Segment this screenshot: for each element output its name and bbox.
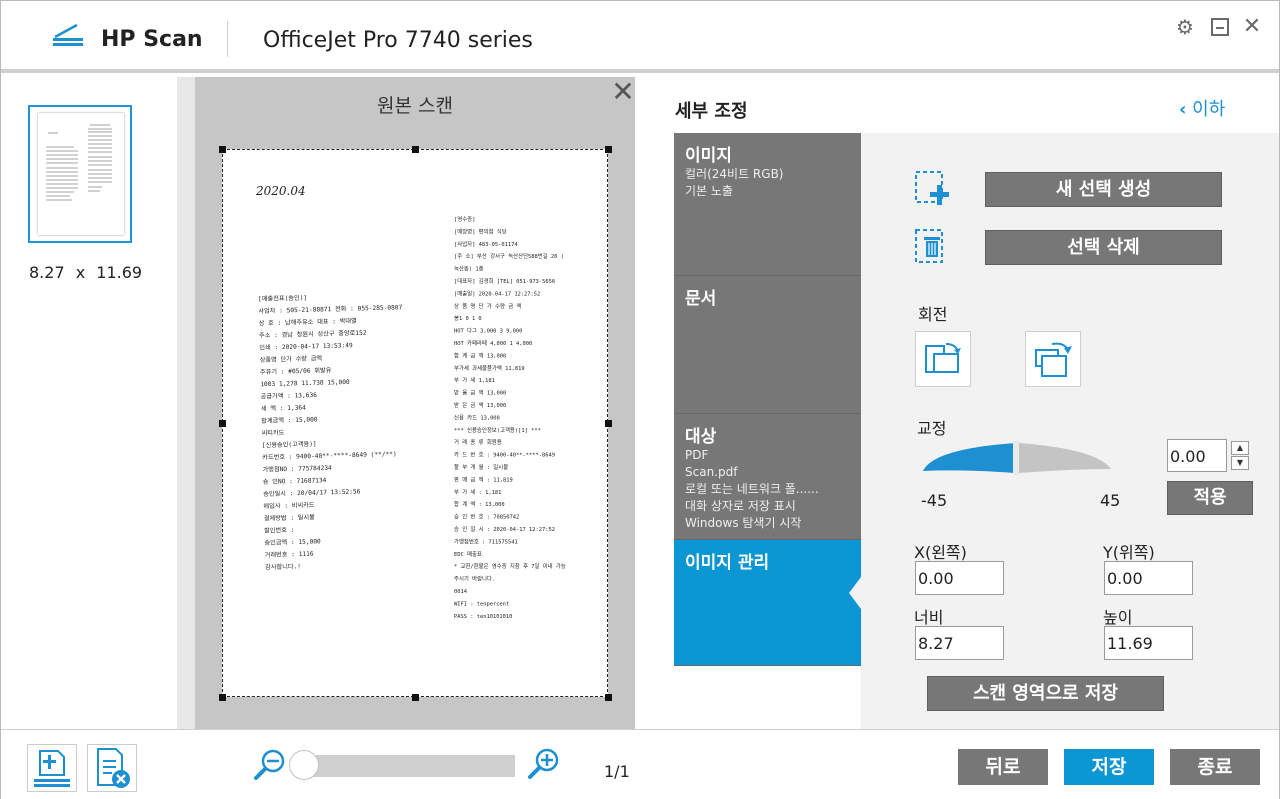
tab-destination-folder: 로컬 또는 네트워크 폴......	[685, 482, 819, 496]
zoom-slider-track[interactable]	[301, 755, 515, 777]
tab-image-management-title: 이미지 관리	[685, 553, 770, 573]
add-page-icon	[34, 750, 70, 787]
page-thumbnail[interactable]	[28, 105, 132, 243]
tab-destination[interactable]: 대상 PDF Scan.pdf 로컬 또는 네트워크 폴...... 대화 상자…	[674, 414, 861, 540]
back-link[interactable]: ‹ 이하	[1179, 95, 1225, 121]
detail-adjustments-panel: 세부 조정 ‹ 이하 이미지 컬러(24비트 RGB) 기본 노출 문서 대상 …	[635, 77, 1279, 729]
zoom-in-icon[interactable]	[527, 747, 561, 781]
exit-button[interactable]: 종료	[1170, 749, 1260, 785]
minimize-button[interactable]	[1209, 15, 1231, 39]
tab-document-title: 문서	[685, 289, 717, 309]
apply-button[interactable]: 적용	[1167, 481, 1253, 515]
save-button[interactable]: 저장	[1064, 749, 1154, 785]
add-page-button[interactable]	[27, 744, 77, 792]
chevron-left-icon: ‹	[1179, 99, 1187, 120]
back-button[interactable]: 뒤로	[958, 749, 1048, 785]
image-management-panel: 새 선택 생성 선택 삭제 회전 교정 -45 45 0.00 ▲ ▼ 적용 X…	[861, 133, 1279, 729]
zoom-slider-thumb[interactable]	[289, 750, 319, 780]
thumbnail-page-image	[38, 113, 124, 235]
straighten-dial[interactable]	[921, 439, 1113, 479]
selection-handle-top-right[interactable]	[605, 146, 612, 153]
delete-selection-button[interactable]: 선택 삭제	[985, 230, 1222, 265]
preview-title: 원본 스캔	[377, 95, 453, 117]
window-close-button[interactable]: ✕	[1241, 15, 1263, 39]
selection-handle-top[interactable]	[412, 146, 419, 153]
minimize-icon	[1211, 18, 1229, 36]
thumbnail-panel: 8.27 x 11.69	[1, 77, 177, 729]
new-selection-icon	[915, 171, 949, 205]
straighten-label: 교정	[917, 419, 947, 438]
selection-handle-bottom-right[interactable]	[605, 694, 612, 701]
preview-area: 원본 스캔 ✕ 2020.04 [매출전표(승인)] 사업자 : 505-21-8…	[177, 77, 635, 729]
hp-scan-window: HP Scan OfficeJet Pro 7740 series ⚙ ✕ 8.…	[0, 0, 1280, 799]
straighten-value-field[interactable]: 0.00	[1167, 439, 1227, 472]
tab-destination-filename: Scan.pdf	[685, 465, 738, 479]
selection-handle-left[interactable]	[219, 420, 226, 427]
rotate-right-button[interactable]	[1025, 331, 1081, 387]
height-label: 높이	[1103, 608, 1133, 627]
tab-destination-format: PDF	[685, 448, 709, 462]
tab-image-exposure: 기본 노출	[685, 184, 733, 198]
thumbnail-receipt-graphic	[46, 124, 112, 201]
zoom-out-icon[interactable]	[253, 748, 287, 782]
straighten-max-label: 45	[1100, 491, 1121, 510]
tab-image-management[interactable]: 이미지 관리	[674, 540, 861, 666]
back-link-label: 이하	[1192, 99, 1226, 120]
x-left-label: X(왼쪽)	[914, 543, 967, 562]
spin-down-button[interactable]: ▼	[1231, 456, 1249, 470]
y-top-field[interactable]: 0.00	[1104, 561, 1193, 595]
tab-destination-title: 대상	[685, 427, 717, 447]
app-title: HP Scan	[101, 27, 203, 52]
save-as-scan-area-button[interactable]: 스캔 영역으로 저장	[927, 676, 1164, 711]
tab-image-title: 이미지	[685, 146, 732, 166]
straighten-min-label: -45	[921, 491, 948, 510]
settings-gear-icon[interactable]: ⚙	[1174, 15, 1196, 39]
tab-image[interactable]: 이미지 컬러(24비트 RGB) 기본 노출	[674, 133, 861, 276]
tab-image-color-mode: 컬러(24비트 RGB)	[685, 167, 784, 181]
rotate-left-icon	[925, 343, 961, 373]
straighten-dial-marker	[1013, 441, 1019, 475]
delete-selection-trash-icon	[915, 229, 943, 263]
selection-handle-bottom-left[interactable]	[219, 694, 226, 701]
spin-up-button[interactable]: ▲	[1231, 441, 1249, 455]
height-field[interactable]: 11.69	[1104, 626, 1193, 660]
tab-destination-save-dialog: 대화 상자로 저장 표시	[685, 499, 796, 513]
active-tab-pointer	[849, 577, 861, 609]
detail-header: 세부 조정	[675, 101, 748, 122]
preview-close-button[interactable]: ✕	[611, 78, 635, 106]
x-left-field[interactable]: 0.00	[915, 561, 1004, 595]
delete-page-icon	[97, 748, 130, 788]
tab-destination-explorer: Windows 탐색기 시작	[685, 516, 802, 530]
new-selection-button[interactable]: 새 선택 생성	[985, 172, 1222, 207]
scanner-logo-icon	[53, 23, 83, 46]
rotate-label: 회전	[918, 305, 948, 324]
device-name: OfficeJet Pro 7740 series	[263, 28, 533, 53]
page-count: 1/1	[604, 762, 630, 781]
rotate-left-button[interactable]	[915, 331, 971, 387]
delete-page-button[interactable]	[87, 744, 137, 792]
bottom-toolbar: 1/1 뒤로 저장 종료	[1, 729, 1279, 799]
thumbnail-size-label: 8.27 x 11.69	[29, 263, 143, 282]
rotate-right-icon	[1035, 342, 1072, 377]
selection-rectangle[interactable]	[222, 149, 608, 697]
preview-canvas: 원본 스캔 ✕ 2020.04 [매출전표(승인)] 사업자 : 505-21-8…	[195, 77, 635, 729]
selection-handle-top-left[interactable]	[219, 146, 226, 153]
selection-handle-right[interactable]	[605, 420, 612, 427]
title-divider	[227, 21, 228, 57]
selection-handle-bottom[interactable]	[412, 694, 419, 701]
width-label: 너비	[914, 608, 944, 627]
title-bar: HP Scan OfficeJet Pro 7740 series ⚙ ✕	[1, 1, 1279, 73]
y-top-label: Y(위쪽)	[1103, 543, 1155, 562]
width-field[interactable]: 8.27	[915, 626, 1004, 660]
tab-document[interactable]: 문서	[674, 276, 861, 414]
